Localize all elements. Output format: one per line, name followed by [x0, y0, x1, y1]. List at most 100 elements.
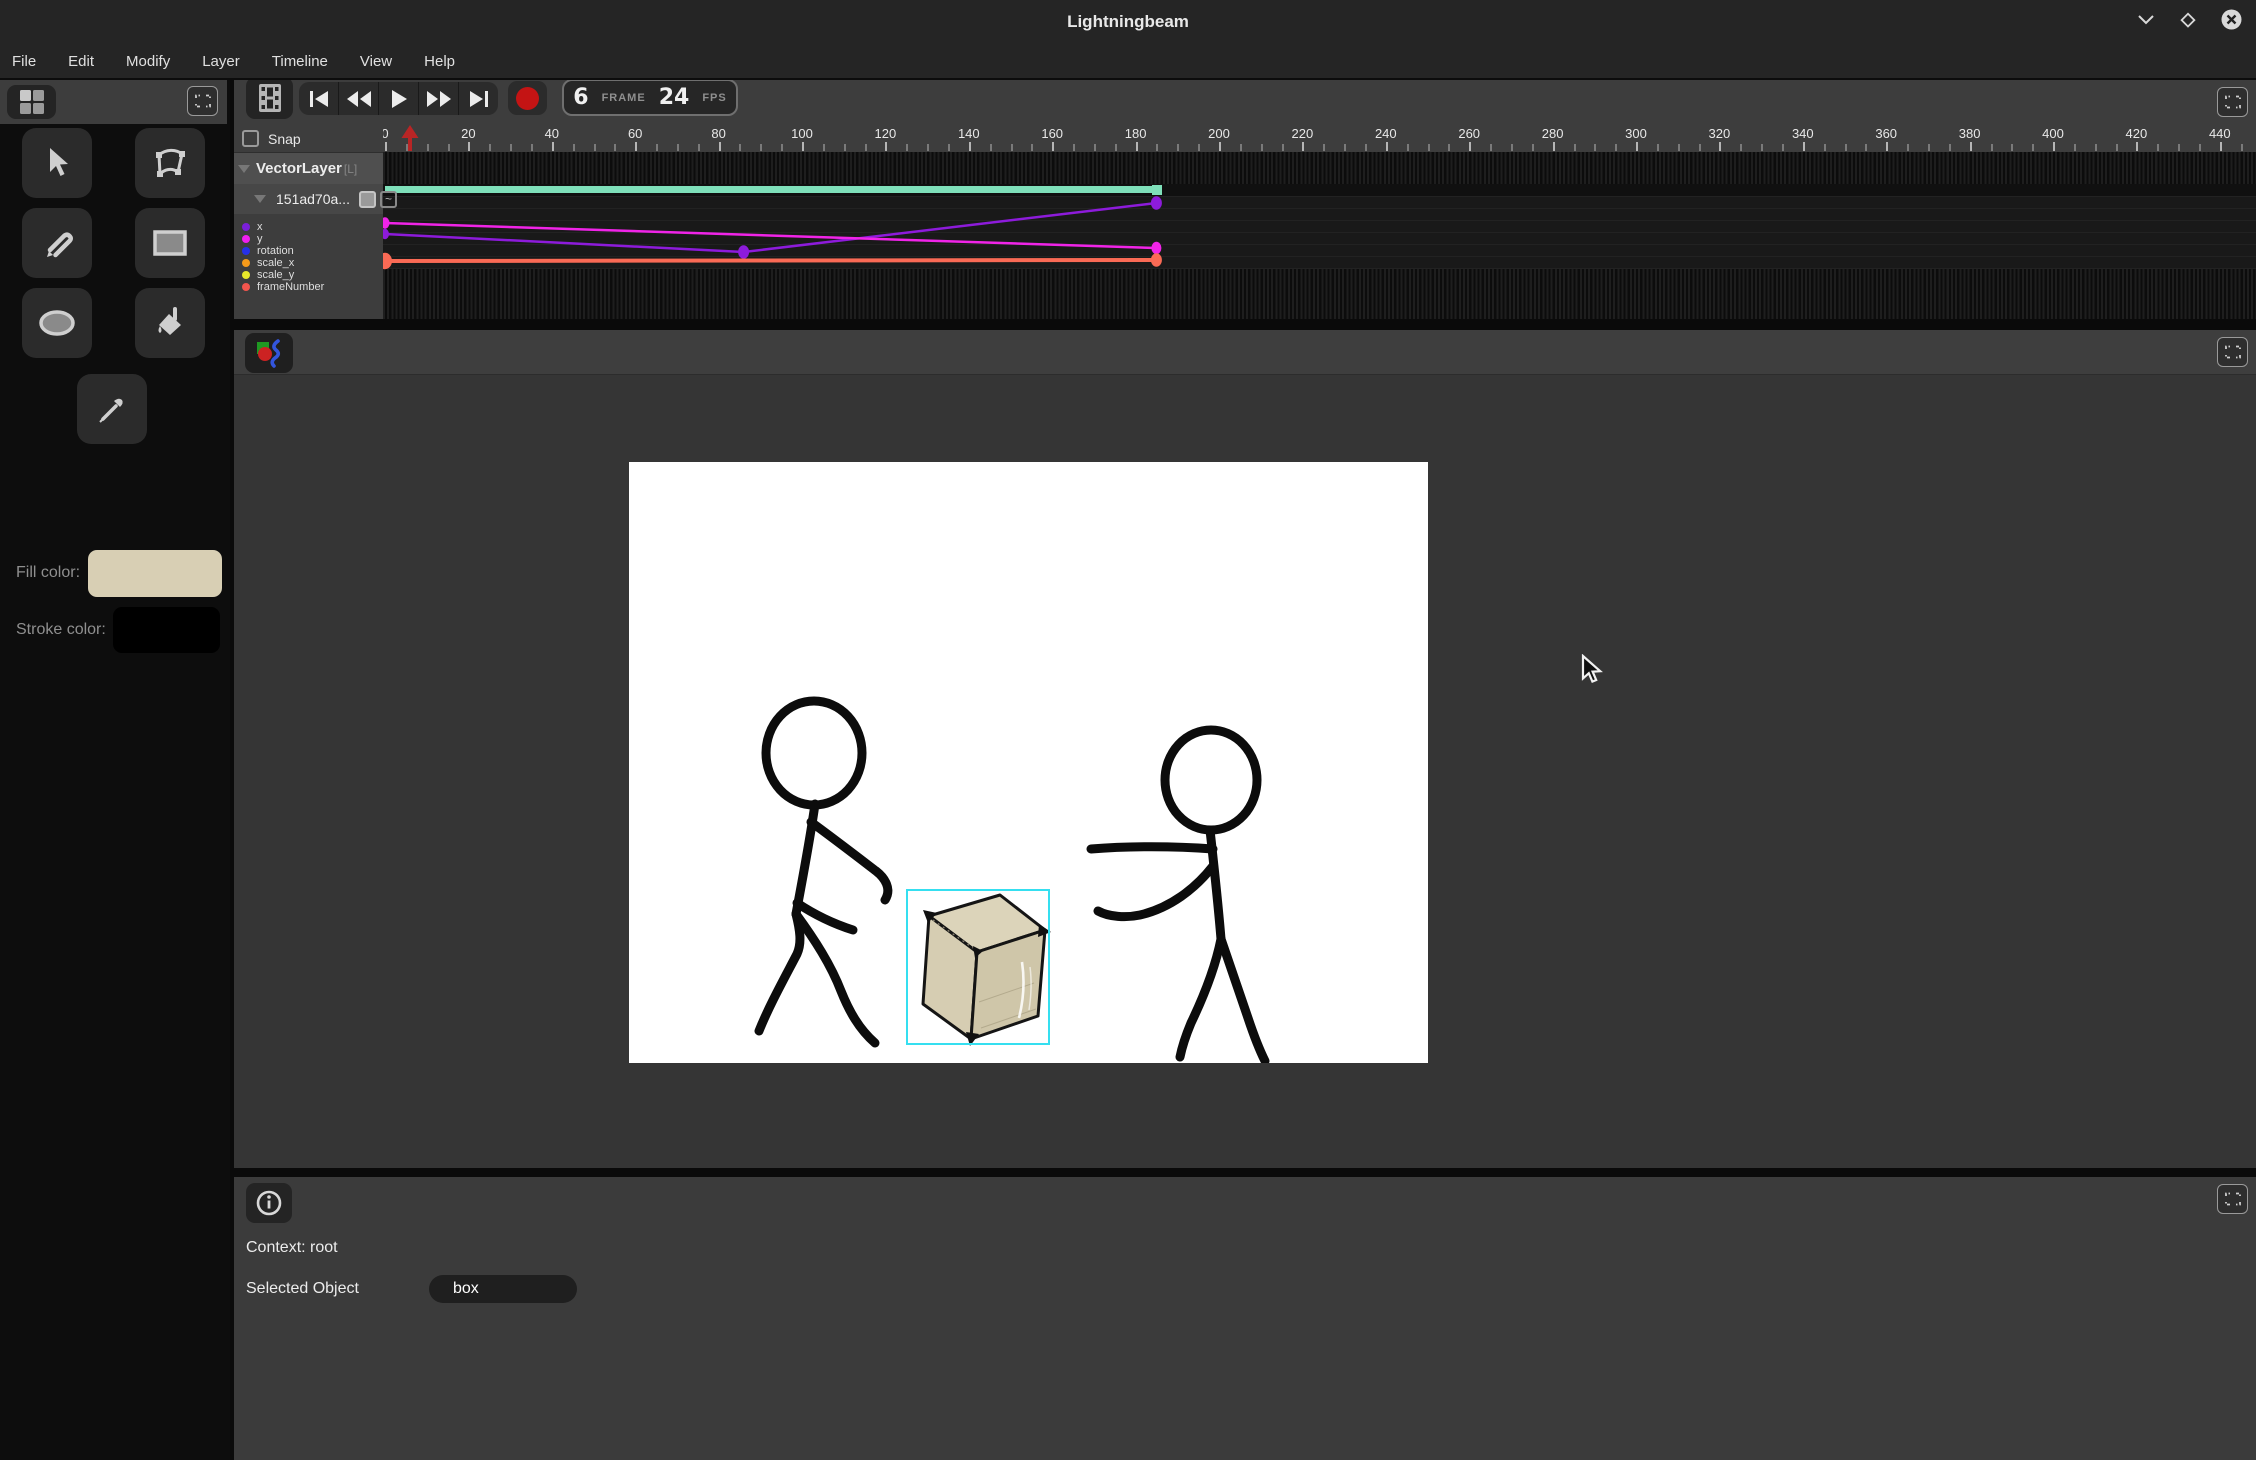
lightningbeam-window: Lightningbeam FileEditModifyLayerTimelin… — [0, 0, 2256, 1460]
timeline-ruler[interactable]: 0204060801001201401601802002202402602803… — [383, 125, 2256, 152]
ruler-label: 360 — [1875, 126, 1897, 141]
playhead-arrow-icon — [395, 125, 425, 152]
stick-figure-left[interactable] — [759, 701, 888, 1043]
play-button[interactable] — [379, 82, 419, 115]
snap-checkbox[interactable] — [242, 130, 259, 147]
ruler-tick — [510, 144, 512, 151]
ruler-tick — [1845, 144, 1847, 151]
keyframe-x[interactable] — [738, 245, 749, 258]
keyframe-frameNumber[interactable] — [383, 253, 392, 269]
record-button[interactable] — [508, 81, 547, 115]
property-row-rotation[interactable]: rotation — [234, 245, 383, 257]
fill-color-swatch[interactable] — [88, 550, 222, 597]
property-row-frameNumber[interactable]: frameNumber — [234, 281, 383, 293]
menu-edit[interactable]: Edit — [68, 53, 94, 70]
ruler-tick — [1136, 142, 1138, 151]
ruler-tick — [1428, 144, 1430, 151]
menu-help[interactable]: Help — [424, 53, 455, 70]
rewind-button[interactable] — [339, 82, 379, 115]
canvas-expand-button[interactable] — [2217, 337, 2248, 367]
info-expand-button[interactable] — [2217, 1184, 2248, 1214]
property-list: x y rotation scale_x scale_y frameNumber — [234, 214, 383, 319]
film-strip-icon — [258, 83, 282, 113]
stick-figure-right[interactable] — [1091, 730, 1265, 1061]
ruler-label: 280 — [1542, 126, 1564, 141]
grid-view-button[interactable] — [7, 85, 56, 119]
keyframe-x[interactable] — [1151, 196, 1162, 209]
ellipse-tool-button[interactable] — [22, 288, 92, 358]
playback-controls — [299, 82, 498, 115]
info-button[interactable] — [246, 1183, 292, 1223]
layer-row-vectorlayer[interactable]: VectorLayer [L] — [234, 152, 383, 184]
rectangle-tool-button[interactable] — [135, 208, 205, 278]
timeline-track-area[interactable] — [383, 152, 2256, 319]
tools-expand-button[interactable] — [187, 86, 218, 116]
shapes-button[interactable] — [245, 333, 293, 373]
property-row-x[interactable]: x — [234, 221, 383, 233]
box-object[interactable] — [923, 895, 1051, 1046]
skip-to-start-button[interactable] — [299, 82, 339, 115]
minimize-icon[interactable] — [2137, 13, 2155, 31]
close-icon[interactable] — [2221, 9, 2242, 35]
menu-file[interactable]: File — [12, 53, 36, 70]
pencil-icon — [40, 226, 74, 260]
ruler-tick — [698, 144, 700, 151]
property-row-scale_y[interactable]: scale_y — [234, 269, 383, 281]
transform-tool-button[interactable] — [135, 128, 205, 198]
fast-forward-button[interactable] — [419, 82, 459, 115]
ruler-tick — [2199, 144, 2201, 151]
fps-value[interactable]: 24 — [659, 85, 690, 110]
rewind-icon — [346, 91, 372, 107]
pencil-tool-button[interactable] — [22, 208, 92, 278]
frame-value[interactable]: 6 — [573, 85, 588, 110]
ruler-tick — [1678, 144, 1680, 151]
keyframe-frameNumber[interactable] — [1151, 253, 1162, 266]
keyframe-y[interactable] — [383, 217, 390, 228]
property-row-y[interactable]: y — [234, 233, 383, 245]
grid-icon — [19, 89, 45, 115]
ruler-tick — [1615, 144, 1617, 151]
eyedropper-tool-button[interactable] — [77, 374, 147, 444]
select-tool-button[interactable] — [22, 128, 92, 198]
ruler-tick — [614, 144, 616, 151]
keyframe-x[interactable] — [383, 229, 389, 239]
maximize-icon[interactable] — [2180, 12, 2196, 33]
menu-timeline[interactable]: Timeline — [272, 53, 328, 70]
ruler-tick — [1011, 144, 1013, 151]
skip-to-end-button[interactable] — [459, 82, 498, 115]
object-row[interactable]: 151ad70a... ~ — [234, 184, 383, 214]
ruler-label: 60 — [628, 126, 642, 141]
ruler-tick — [635, 142, 637, 151]
timeline-expand-button[interactable] — [2217, 87, 2248, 117]
object-id: 151ad70a... — [276, 191, 350, 207]
stroke-color-swatch[interactable] — [113, 607, 220, 653]
collapse-triangle-icon[interactable] — [238, 165, 250, 173]
menu-view[interactable]: View — [360, 53, 392, 70]
property-name: x — [257, 221, 263, 233]
layer-duration-bar[interactable] — [385, 186, 1161, 193]
selected-object-dropdown[interactable]: box — [429, 1275, 577, 1303]
stage[interactable] — [629, 462, 1428, 1063]
film-button[interactable] — [246, 80, 293, 119]
menu-modify[interactable]: Modify — [126, 53, 170, 70]
layer-visibility-toggle[interactable] — [359, 191, 376, 208]
ruler-label: 220 — [1292, 126, 1314, 141]
layer-duration-end-marker[interactable] — [1152, 185, 1162, 195]
keyframe-y[interactable] — [1151, 242, 1161, 254]
paint-bucket-tool-button[interactable] — [135, 288, 205, 358]
layer-mode-toggle[interactable]: ~ — [380, 191, 397, 208]
curve-frameNumber[interactable] — [385, 260, 1156, 261]
property-color-dot — [242, 223, 250, 231]
ruler-tick — [1699, 144, 1701, 151]
property-row-scale_x[interactable]: scale_x — [234, 257, 383, 269]
skip-end-icon — [468, 91, 490, 107]
menu-layer[interactable]: Layer — [202, 53, 240, 70]
skip-start-icon — [308, 91, 330, 107]
ruler-tick — [865, 144, 867, 151]
collapse-triangle-icon[interactable] — [254, 195, 266, 203]
snap-row: Snap — [234, 125, 383, 152]
property-name: scale_y — [257, 269, 294, 281]
ruler-label: 240 — [1375, 126, 1397, 141]
info-panel: Context: root Selected Object box — [234, 1177, 2256, 1460]
ruler-tick — [427, 144, 429, 151]
